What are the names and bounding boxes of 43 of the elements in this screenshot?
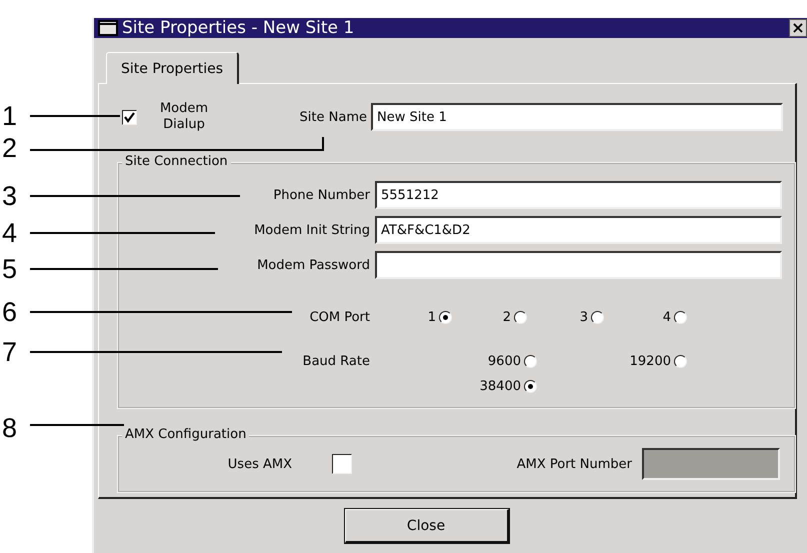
radio-label: 4 bbox=[662, 310, 671, 325]
radio-button[interactable] bbox=[674, 311, 687, 324]
input-field[interactable]: AT&F&C1&D2 bbox=[375, 216, 782, 244]
input-field[interactable]: 5551212 bbox=[375, 181, 782, 209]
radio-button[interactable] bbox=[591, 311, 604, 324]
callout-number: 5 bbox=[2, 255, 18, 283]
field-label: Modem Init String bbox=[254, 222, 370, 238]
close-button[interactable]: × bbox=[789, 19, 807, 37]
window-icon bbox=[98, 20, 118, 36]
group-title: AMX Configuration bbox=[122, 427, 250, 442]
checkbox[interactable] bbox=[122, 110, 137, 124]
callout-number: 6 bbox=[2, 298, 18, 326]
radio-label: 1 bbox=[428, 310, 436, 325]
callout-number: 7 bbox=[2, 338, 18, 366]
callout-number: 4 bbox=[2, 219, 18, 247]
checkbox[interactable] bbox=[332, 454, 352, 474]
callout-number: 1 bbox=[2, 102, 18, 130]
radio-label: 19200 bbox=[630, 354, 671, 369]
checkbox-label: Uses AMX bbox=[226, 456, 292, 472]
field-label: Baud Rate bbox=[302, 354, 370, 369]
window-title: Site Properties - New Site 1 bbox=[122, 18, 356, 38]
callout-number: 2 bbox=[2, 134, 18, 162]
radio-button[interactable] bbox=[439, 311, 452, 324]
field-label: COM Port bbox=[310, 310, 370, 325]
tab[interactable]: Site Properties bbox=[106, 52, 240, 84]
callout-number: 8 bbox=[2, 414, 18, 442]
radio-label: 2 bbox=[502, 310, 511, 325]
radio-button[interactable] bbox=[524, 380, 537, 393]
field-label: AMX Port Number bbox=[516, 456, 632, 472]
radio-button[interactable] bbox=[524, 355, 537, 368]
field-label: Site Name bbox=[298, 110, 367, 124]
radio-label: 38400 bbox=[480, 379, 521, 394]
input-field[interactable]: New Site 1 bbox=[371, 103, 783, 131]
checkbox-label: Modem Dialup bbox=[158, 101, 210, 133]
radio-label: 3 bbox=[580, 310, 588, 325]
callout-number: 3 bbox=[2, 182, 18, 210]
radio-button[interactable] bbox=[514, 311, 527, 324]
input-field[interactable] bbox=[375, 251, 782, 279]
field-label: Modem Password bbox=[257, 258, 370, 272]
radio-button[interactable] bbox=[674, 355, 687, 368]
field-label: Phone Number bbox=[273, 188, 370, 202]
radio-label: 9600 bbox=[488, 354, 521, 369]
close-button[interactable]: Close bbox=[344, 509, 508, 543]
